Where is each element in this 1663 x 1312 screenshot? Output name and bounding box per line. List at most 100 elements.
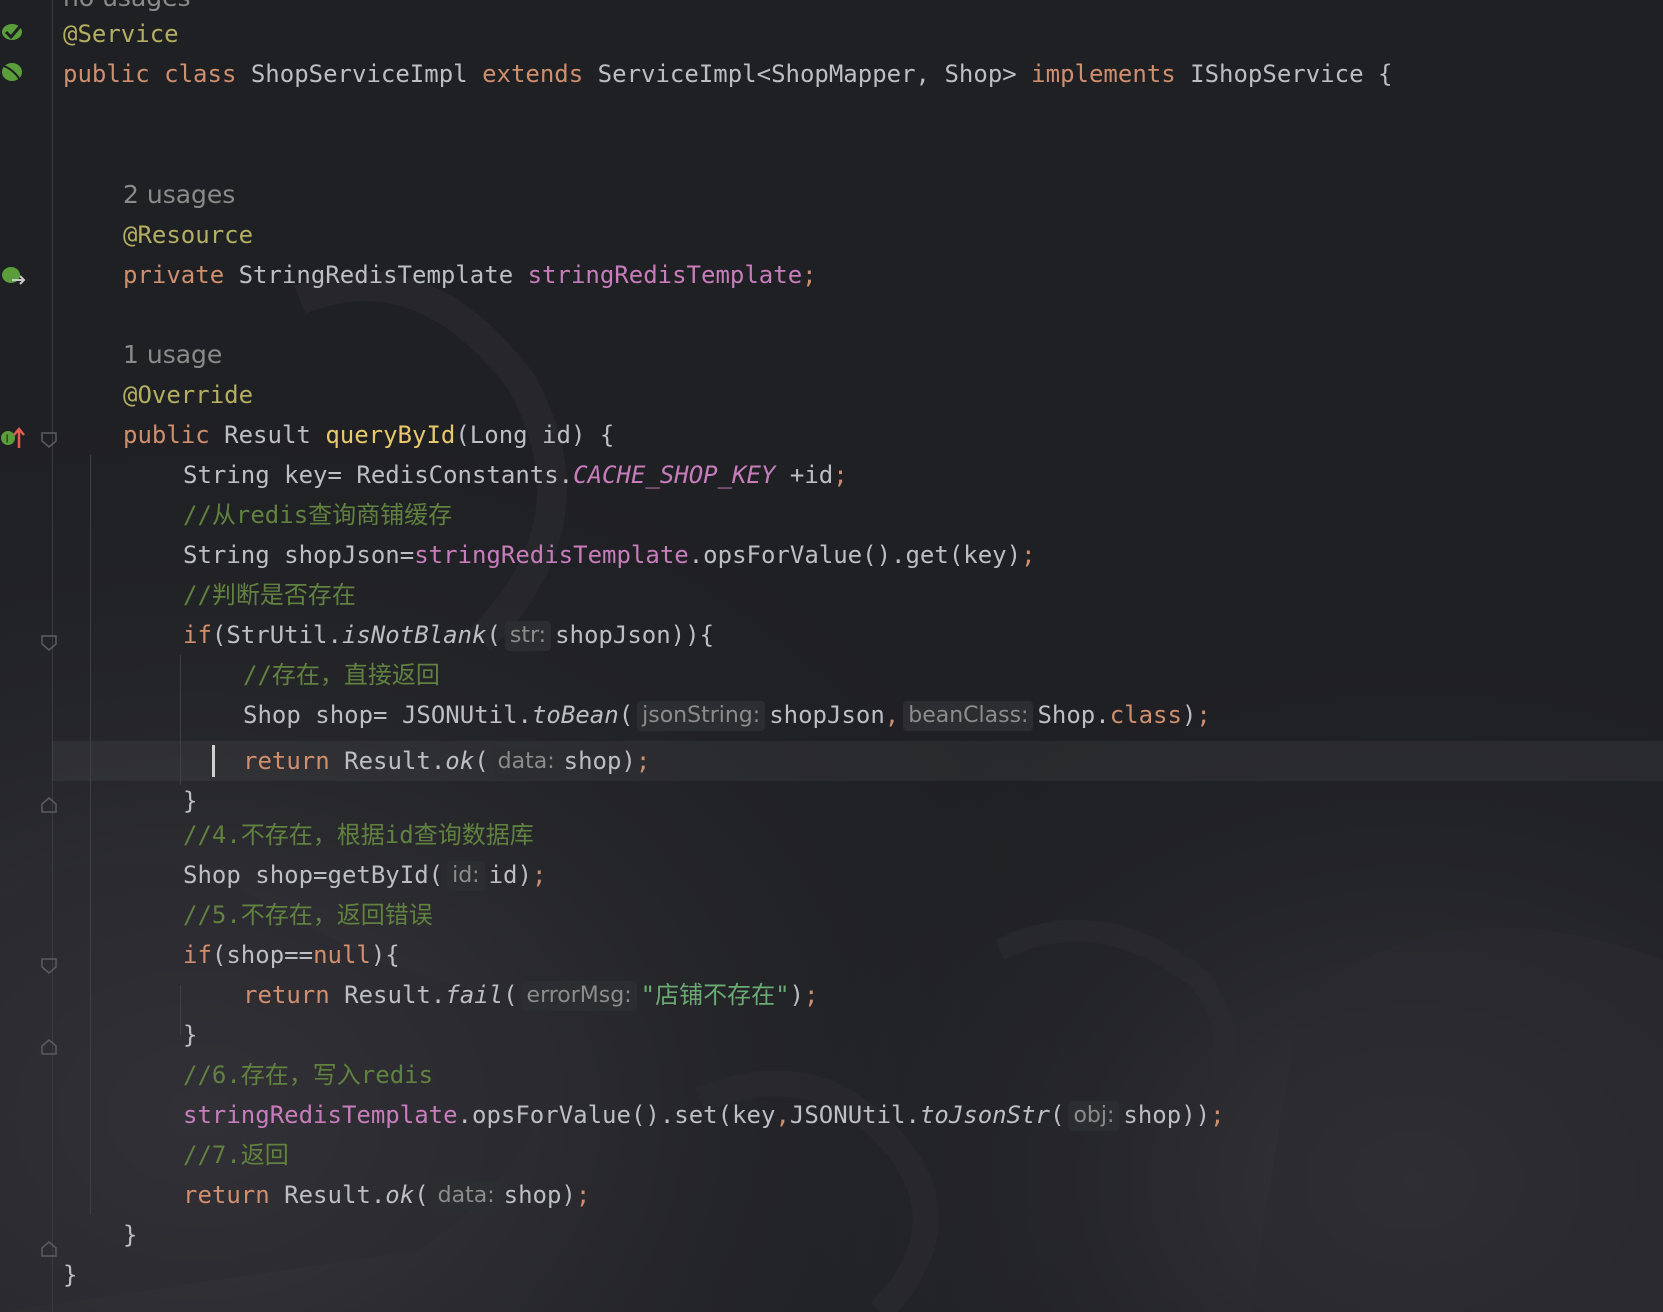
code-line[interactable]: String shopJson=stringRedisTemplate.opsF… xyxy=(183,535,1036,575)
fold-marker-icon[interactable] xyxy=(40,1240,58,1258)
code-text: Result. xyxy=(329,747,446,775)
semicolon: ; xyxy=(635,747,651,775)
keyword: private xyxy=(123,261,225,289)
code-text: ) xyxy=(1181,701,1197,729)
code-text: ){ xyxy=(370,941,400,969)
code-text: String shopJson= xyxy=(183,541,415,569)
code-line[interactable]: return Result.fail(errorMsg: "店铺不存在"); xyxy=(243,975,818,1015)
code-comment[interactable]: //7.返回 xyxy=(183,1135,289,1175)
code-comment[interactable]: //判断是否存在 xyxy=(183,575,356,615)
parameter-hint: jsonString: xyxy=(637,701,766,731)
code-text: Shop shop= JSONUtil. xyxy=(243,701,532,729)
fold-marker-icon[interactable] xyxy=(40,431,58,449)
code-text: shopJson)){ xyxy=(555,621,715,649)
fold-marker-icon[interactable] xyxy=(40,957,58,975)
semicolon: ; xyxy=(802,261,817,289)
parameter-hint: beanClass: xyxy=(903,701,1034,731)
code-line[interactable]: Shop shop=getById(id: id); xyxy=(183,855,546,895)
static-constant: CACHE_SHOP_KEY xyxy=(573,461,776,489)
parameter-hint: obj: xyxy=(1068,1101,1120,1131)
code-comment[interactable]: //存在，直接返回 xyxy=(243,655,440,695)
semicolon: ; xyxy=(804,981,819,1009)
code-line-current[interactable]: return Result.ok(data: shop); xyxy=(243,741,650,781)
code-line[interactable]: if(StrUtil.isNotBlank(str: shopJson)){ xyxy=(183,615,714,655)
field-ref: stringRedisTemplate xyxy=(183,1101,458,1129)
string-literal: "店铺不存在" xyxy=(640,981,790,1009)
parameter-hint: id: xyxy=(447,861,485,891)
semicolon: ; xyxy=(833,461,848,489)
static-method: toBean xyxy=(531,701,619,729)
code-line[interactable]: stringRedisTemplate.opsForValue().set(ke… xyxy=(183,1095,1225,1135)
method-params: (Long id) { xyxy=(455,421,615,449)
code-line[interactable]: return Result.ok(data: shop); xyxy=(183,1175,590,1215)
annotation-token: @Service xyxy=(63,20,179,48)
static-method: isNotBlank xyxy=(341,621,487,649)
code-brace[interactable]: } xyxy=(123,1215,137,1255)
code-text: shop) xyxy=(503,1181,576,1209)
text-caret xyxy=(212,745,215,777)
code-brace[interactable]: } xyxy=(63,1255,77,1295)
autowired-field-icon[interactable] xyxy=(0,262,28,290)
keyword: return xyxy=(183,1181,270,1209)
code-text: (StrUtil. xyxy=(211,621,342,649)
code-text: shop) xyxy=(563,747,636,775)
static-method: toJsonStr xyxy=(919,1101,1050,1129)
fold-marker-icon[interactable] xyxy=(40,796,58,814)
indent-guide xyxy=(180,655,181,785)
code-line-method-decl[interactable]: public Result queryById(Long id) { xyxy=(123,415,614,455)
interface-name: IShopService xyxy=(1190,60,1364,88)
code-text: id) xyxy=(488,861,532,889)
static-method: ok xyxy=(445,747,475,775)
code-brace[interactable]: } xyxy=(183,1015,197,1055)
keyword: extends xyxy=(482,60,584,88)
indent-guide xyxy=(180,985,181,1035)
code-comment[interactable]: //4.不存在，根据id查询数据库 xyxy=(183,815,534,855)
bean-class-icon[interactable] xyxy=(0,18,28,46)
code-text: shop)) xyxy=(1123,1101,1211,1129)
code-line[interactable]: if(shop==null){ xyxy=(183,935,400,975)
fold-marker-icon[interactable] xyxy=(40,634,58,652)
usage-hint[interactable]: 2 usages xyxy=(123,175,235,215)
code-text: shopJson xyxy=(769,701,885,729)
keyword: implements xyxy=(1031,60,1176,88)
parameter-hint: str: xyxy=(504,621,552,651)
semicolon: ; xyxy=(575,1181,591,1209)
code-text: ) xyxy=(789,981,804,1009)
parameter-hint: errorMsg: xyxy=(521,981,637,1011)
base-class: ServiceImpl<ShopMapper, xyxy=(597,60,931,88)
keyword: null xyxy=(313,941,371,969)
keyword: class xyxy=(164,60,237,88)
code-comment[interactable]: //5.不存在，返回错误 xyxy=(183,895,433,935)
class-name: ShopServiceImpl xyxy=(250,60,468,88)
code-text: +id xyxy=(775,461,834,489)
code-text: .opsForValue().get(key) xyxy=(688,541,1022,569)
code-text: ( xyxy=(618,701,634,729)
code-line[interactable]: String key= RedisConstants.CACHE_SHOP_KE… xyxy=(183,455,848,495)
code-text: ( xyxy=(1049,1101,1065,1129)
code-line-class-decl[interactable]: public class ShopServiceImpl extends Ser… xyxy=(63,54,1392,94)
code-line[interactable]: Shop shop= JSONUtil.toBean(jsonString: sh… xyxy=(243,695,1211,735)
code-text: Result. xyxy=(329,981,446,1009)
code-comment[interactable]: //6.存在，写入redis xyxy=(183,1055,433,1095)
semicolon: ; xyxy=(1196,701,1211,729)
keyword: if xyxy=(183,941,212,969)
code-text: ( xyxy=(503,981,518,1009)
static-method: ok xyxy=(385,1181,415,1209)
implements-method-icon[interactable]: I xyxy=(0,424,28,452)
keyword: if xyxy=(183,621,212,649)
bean-class-icon[interactable] xyxy=(0,58,28,86)
usage-hint[interactable]: 1 usage xyxy=(123,335,222,375)
code-line-annotation[interactable]: @Override xyxy=(123,375,253,415)
code-text: ( xyxy=(486,621,501,649)
keyword: return xyxy=(243,747,330,775)
code-comment[interactable]: //从redis查询商铺缓存 xyxy=(183,495,452,535)
code-line-annotation[interactable]: @Resource xyxy=(123,215,253,255)
code-line-field-decl[interactable]: private StringRedisTemplate stringRedisT… xyxy=(123,255,817,295)
code-text: Shop. xyxy=(1037,701,1110,729)
keyword: return xyxy=(243,981,330,1009)
keyword: public xyxy=(63,60,150,88)
static-method: fail xyxy=(445,981,504,1009)
code-line-annotation[interactable]: @Service xyxy=(63,14,179,54)
keyword: public xyxy=(123,421,210,449)
fold-marker-icon[interactable] xyxy=(40,1038,58,1056)
